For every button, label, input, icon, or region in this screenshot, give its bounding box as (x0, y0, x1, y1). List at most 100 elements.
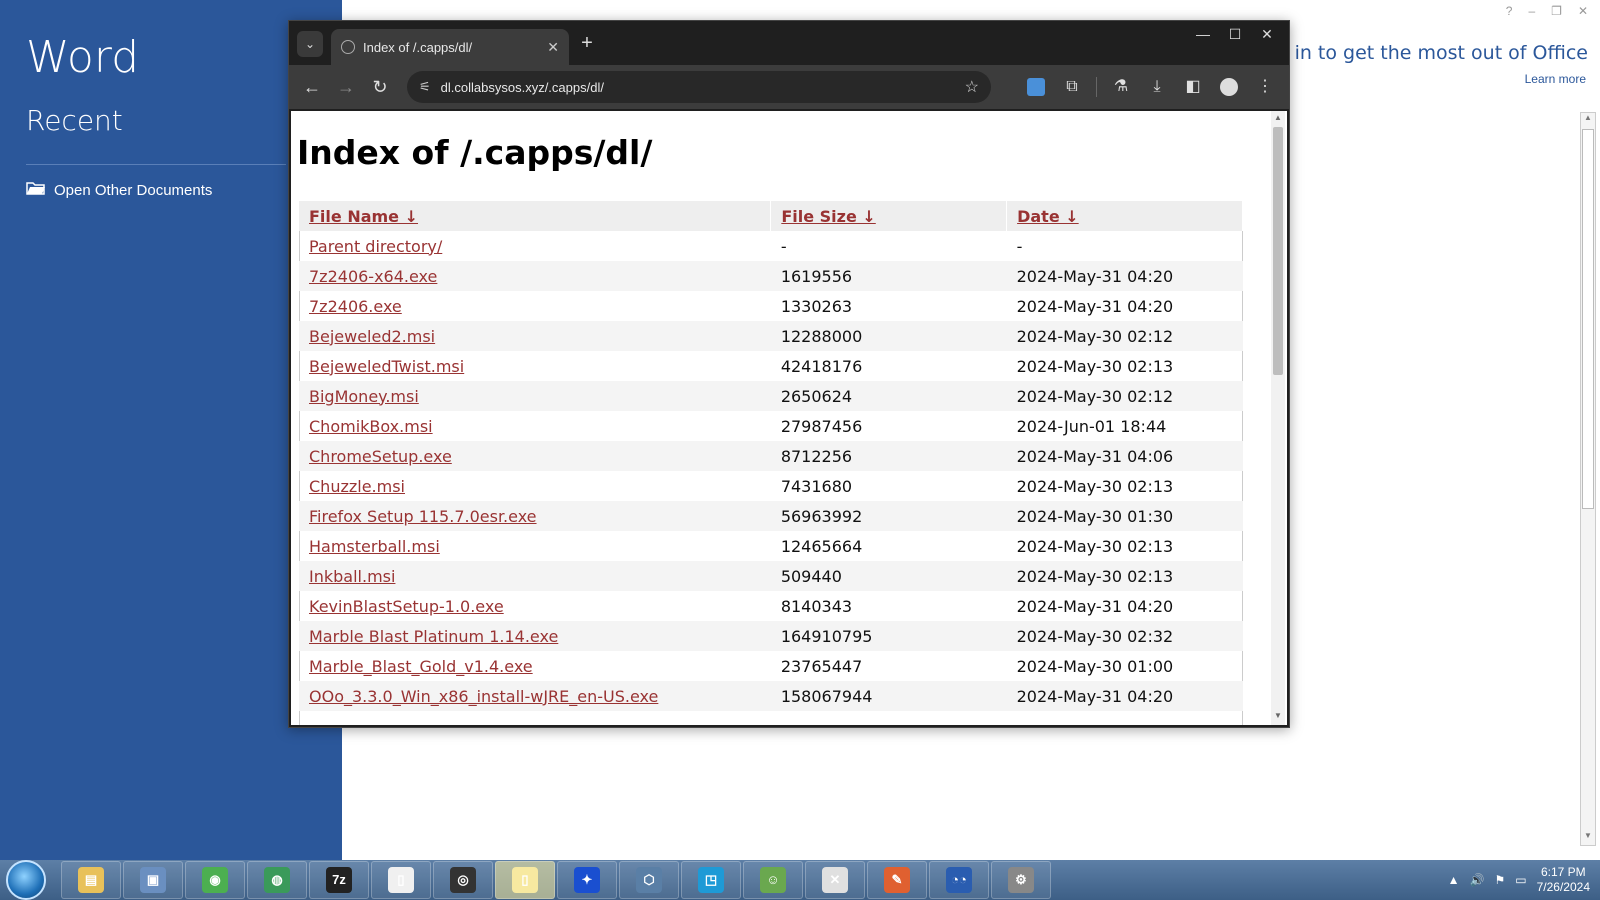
file-name-cell: BigMoney.msi (299, 381, 771, 411)
taskbar-button[interactable]: ⚙ (991, 861, 1051, 899)
close-button[interactable]: ✕ (1578, 4, 1588, 18)
bookmark-star-icon[interactable]: ☆ (965, 77, 979, 97)
tray-overflow-icon[interactable]: ▲ (1448, 873, 1460, 887)
file-link[interactable]: Chuzzle.msi (309, 477, 405, 496)
reload-icon[interactable]: ↻ (363, 71, 397, 103)
table-row: BigMoney.msi 2650624 2024-May-30 02:12 (299, 381, 1243, 411)
file-date-cell: 2024-May-30 02:12 (1006, 381, 1243, 411)
sort-by-name-link[interactable]: File Name ↓ (309, 207, 418, 226)
file-link[interactable]: KevinBlastSetup-1.0.exe (309, 597, 504, 616)
taskbar-button[interactable]: ▯ (371, 861, 431, 899)
tab-title: Index of /.capps/dl/ (363, 39, 473, 55)
forward-icon[interactable]: → (329, 71, 363, 103)
taskbar-button[interactable]: ◍ (247, 861, 307, 899)
file-link[interactable]: Firefox Setup 115.7.0esr.exe (309, 507, 537, 526)
taskbar-button[interactable]: ▤ (61, 861, 121, 899)
scroll-up-icon[interactable]: ▲ (1581, 113, 1595, 127)
minimize-button[interactable]: – (1528, 4, 1535, 18)
extension-app-icon[interactable] (1027, 78, 1045, 96)
file-link[interactable]: Inkball.msi (309, 567, 395, 586)
table-row: ChromeSetup.exe 8712256 2024-May-31 04:06 (299, 441, 1243, 471)
file-date-cell: 2024-May-30 02:13 (1006, 561, 1243, 591)
clock[interactable]: 6:17 PM 7/26/2024 (1537, 865, 1590, 895)
taskbar-button[interactable]: ☺ (743, 861, 803, 899)
file-date-cell: 2024-May-30 02:13 (1016, 476, 1174, 496)
chrome-icon: ◉ (202, 867, 228, 893)
open-other-documents-button[interactable]: Open Other Documents (26, 180, 212, 200)
file-link[interactable]: Marble Blast Platinum 1.14.exe (309, 627, 558, 646)
taskbar-button[interactable]: ✦ (557, 861, 617, 899)
file-name-cell: Parent directory/ (299, 231, 771, 261)
tab-close-icon[interactable]: ✕ (547, 39, 559, 56)
taskbar-button[interactable]: ▯ (495, 861, 555, 899)
file-date-cell: 2024-May-30 01:00 (1016, 656, 1174, 676)
url-text[interactable]: dl.collabsysos.xyz/.capps/dl/ (441, 80, 955, 95)
file-link[interactable]: ChomikBox.msi (309, 417, 433, 436)
scroll-up-icon[interactable]: ▲ (1271, 113, 1285, 125)
scroll-thumb[interactable] (1582, 129, 1594, 509)
toolbar-separator (1096, 77, 1097, 97)
scroll-thumb[interactable] (1273, 127, 1283, 375)
file-link[interactable]: Parent directory/ (309, 237, 442, 256)
minimize-button[interactable]: — (1189, 23, 1217, 45)
file-link[interactable]: ChromeSetup.exe (309, 447, 452, 466)
close-button[interactable]: ✕ (1253, 23, 1281, 45)
back-icon[interactable]: ← (295, 71, 329, 103)
taskbar-button[interactable]: ◳ (681, 861, 741, 899)
address-bar[interactable]: ⚟ dl.collabsysos.xyz/.capps/dl/ ☆ (407, 71, 991, 103)
table-row: Bejeweled2.msi 12288000 2024-May-30 02:12 (299, 321, 1243, 351)
help-button[interactable]: ? (1506, 4, 1513, 18)
action-center-flag-icon[interactable]: ⚑ (1495, 873, 1506, 887)
taskbar-button[interactable]: ▣ (123, 861, 183, 899)
page-scrollbar[interactable]: ▲ ▼ (1271, 111, 1285, 725)
volume-icon[interactable]: 🔊 (1470, 873, 1485, 887)
file-link[interactable]: BigMoney.msi (309, 387, 419, 406)
restore-button[interactable]: ❐ (1551, 4, 1562, 18)
taskbar-button[interactable]: ◔◔ (929, 861, 989, 899)
site-info-icon[interactable]: ⚟ (419, 79, 431, 95)
extensions-puzzle-icon[interactable]: ⧉ (1058, 71, 1086, 103)
learn-more-link[interactable]: Learn more (1525, 72, 1586, 86)
file-link[interactable]: Hamsterball.msi (309, 537, 440, 556)
file-size-cell: 1330263 (780, 296, 853, 316)
tab-search-button[interactable]: ⌄ (297, 31, 323, 57)
file-size-cell: 509440 (770, 561, 1007, 591)
file-date-cell: 2024-Jun-01 18:44 (1016, 416, 1167, 436)
download-icon[interactable]: ⤓ (1143, 71, 1171, 103)
file-link[interactable]: Bejeweled2.msi (309, 327, 435, 346)
start-button[interactable] (6, 860, 46, 900)
taskbar-button[interactable]: 7z (309, 861, 369, 899)
sort-by-size-link[interactable]: File Size ↓ (781, 207, 875, 226)
labs-flask-icon[interactable]: ⚗ (1107, 71, 1135, 103)
file-link[interactable]: BejeweledTwist.msi (309, 357, 464, 376)
file-link[interactable]: 7z2406.exe (309, 297, 402, 316)
word-window-controls: ? – ❐ ✕ (1506, 4, 1588, 18)
taskbar-button[interactable]: ◉ (185, 861, 245, 899)
file-size-cell: 42418176 (780, 356, 863, 376)
file-link[interactable]: 7z2406-x64.exe (309, 267, 437, 286)
scroll-down-icon[interactable]: ▼ (1581, 831, 1595, 845)
people-icon: ☺ (760, 867, 786, 893)
taskbar: ▤ ▣ ◉ ◍ 7z ▯ ◎ ▯ ✦ ⬡ ◳ ☺ ✕ ✎ ◔◔ ⚙ ▲ 🔊 ⚑ ▭ 6:17 PM 7/26/… (0, 860, 1600, 900)
file-link[interactable]: Marble_Blast_Gold_v1.4.exe (309, 657, 533, 676)
maximize-button[interactable]: ☐ (1221, 23, 1249, 45)
taskbar-button[interactable]: ◎ (433, 861, 493, 899)
file-size-cell: 158067944 (770, 681, 1007, 711)
file-size-cell: 8712256 (770, 441, 1007, 471)
file-link[interactable]: OOo_3.3.0_Win_x86_install-wJRE_en-US.exe (309, 687, 658, 706)
sign-in-link[interactable]: Sign in to get the most out of Office (1247, 42, 1588, 64)
word-scrollbar[interactable]: ▲ ▼ (1580, 112, 1596, 846)
table-row: 7z2406.exe 1330263 2024-May-31 04:20 (299, 291, 1243, 321)
sort-by-date-link[interactable]: Date ↓ (1017, 207, 1079, 226)
scroll-down-icon[interactable]: ▼ (1271, 711, 1285, 723)
menu-kebab-icon[interactable]: ⋮ (1251, 71, 1279, 103)
file-date-cell: 2024-May-30 02:13 (1016, 356, 1174, 376)
tab-active[interactable]: Index of /.capps/dl/ ✕ (331, 29, 569, 65)
network-icon[interactable]: ▭ (1515, 873, 1526, 887)
taskbar-button[interactable]: ⬡ (619, 861, 679, 899)
profile-avatar-icon[interactable] (1220, 78, 1238, 96)
taskbar-button[interactable]: ✕ (805, 861, 865, 899)
new-tab-button[interactable]: + (575, 31, 599, 55)
taskbar-button[interactable]: ✎ (867, 861, 927, 899)
side-panel-icon[interactable]: ◧ (1179, 71, 1207, 103)
